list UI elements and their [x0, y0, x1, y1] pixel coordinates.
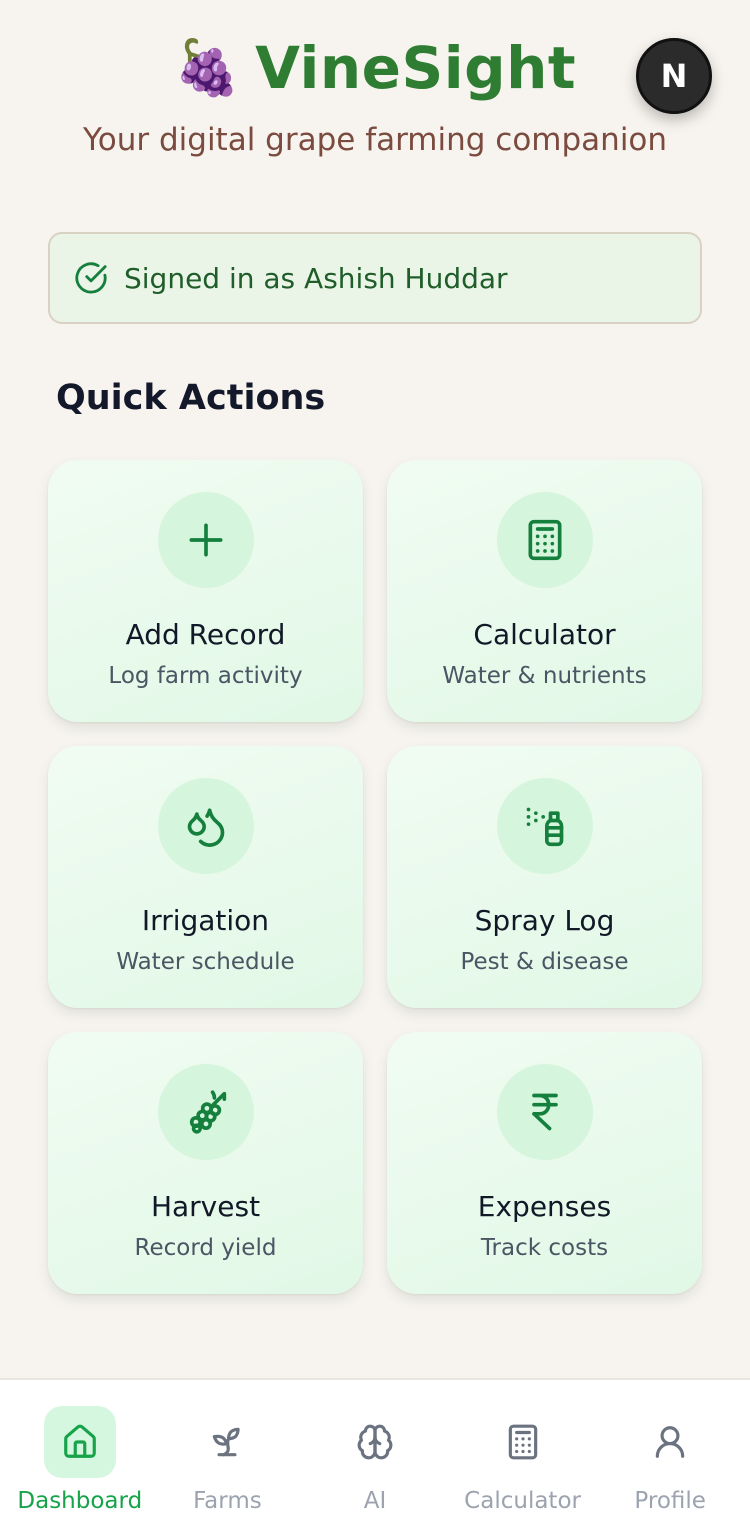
app-title: VineSight	[255, 34, 577, 102]
irrigation-card[interactable]: Irrigation Water schedule	[48, 746, 363, 1008]
brain-icon	[339, 1406, 411, 1478]
spray-bottle-icon	[496, 778, 593, 874]
user-icon	[634, 1406, 706, 1478]
card-title: Calculator	[473, 618, 616, 651]
quick-actions-title: Quick Actions	[56, 378, 326, 418]
rupee-icon	[496, 1064, 593, 1160]
card-title: Harvest	[150, 1190, 261, 1223]
plus-icon	[157, 492, 254, 588]
grape-logo-icon: 🍇	[173, 36, 242, 99]
app-tagline: Your digital grape farming companion	[82, 122, 668, 158]
dashboard-page: 🍇 VineSight Your digital grape farming c…	[0, 0, 750, 1540]
nav-item-ai[interactable]: AI	[303, 1380, 447, 1540]
bottom-navigation: Dashboard Farms AI Calculator Profile	[0, 1378, 750, 1540]
avatar-initial: N	[660, 57, 688, 95]
add-record-card[interactable]: Add Record Log farm activity	[48, 460, 363, 722]
user-avatar[interactable]: N	[636, 38, 712, 114]
droplets-icon	[157, 778, 254, 874]
card-subtitle: Pest & disease	[460, 949, 629, 975]
card-title: Irrigation	[141, 904, 270, 937]
home-icon	[43, 1406, 116, 1478]
harvest-card[interactable]: Harvest Record yield	[48, 1032, 363, 1294]
card-subtitle: Log farm activity	[108, 663, 303, 689]
nav-item-dashboard[interactable]: Dashboard	[8, 1380, 152, 1540]
card-title: Spray Log	[474, 904, 615, 937]
grape-icon	[157, 1064, 254, 1160]
sprout-icon	[191, 1406, 263, 1478]
card-subtitle: Water & nutrients	[442, 663, 647, 689]
card-title: Expenses	[477, 1190, 612, 1223]
nav-label: Farms	[193, 1488, 262, 1514]
nav-item-farms[interactable]: Farms	[155, 1380, 299, 1540]
nav-label: Calculator	[464, 1488, 581, 1514]
nav-item-profile[interactable]: Profile	[598, 1380, 742, 1540]
card-title: Add Record	[125, 618, 286, 651]
check-circle-icon	[75, 262, 107, 294]
nav-item-calculator[interactable]: Calculator	[451, 1380, 595, 1540]
calculator-icon	[496, 492, 593, 588]
expenses-card[interactable]: Expenses Track costs	[387, 1032, 702, 1294]
card-subtitle: Record yield	[134, 1235, 277, 1261]
calculator-icon	[487, 1406, 559, 1478]
signed-in-banner: Signed in as Ashish Huddar	[48, 232, 702, 324]
calculator-card[interactable]: Calculator Water & nutrients	[387, 460, 702, 722]
card-subtitle: Water schedule	[116, 949, 295, 975]
quick-actions-grid: Add Record Log farm activity Calculator …	[48, 460, 702, 1294]
app-header: 🍇 VineSight Your digital grape farming c…	[0, 28, 750, 158]
spray-log-card[interactable]: Spray Log Pest & disease	[387, 746, 702, 1008]
signed-in-text: Signed in as Ashish Huddar	[124, 261, 508, 295]
nav-label: AI	[363, 1488, 387, 1514]
nav-label: Profile	[634, 1488, 706, 1514]
nav-label: Dashboard	[17, 1488, 143, 1514]
card-subtitle: Track costs	[480, 1235, 609, 1261]
